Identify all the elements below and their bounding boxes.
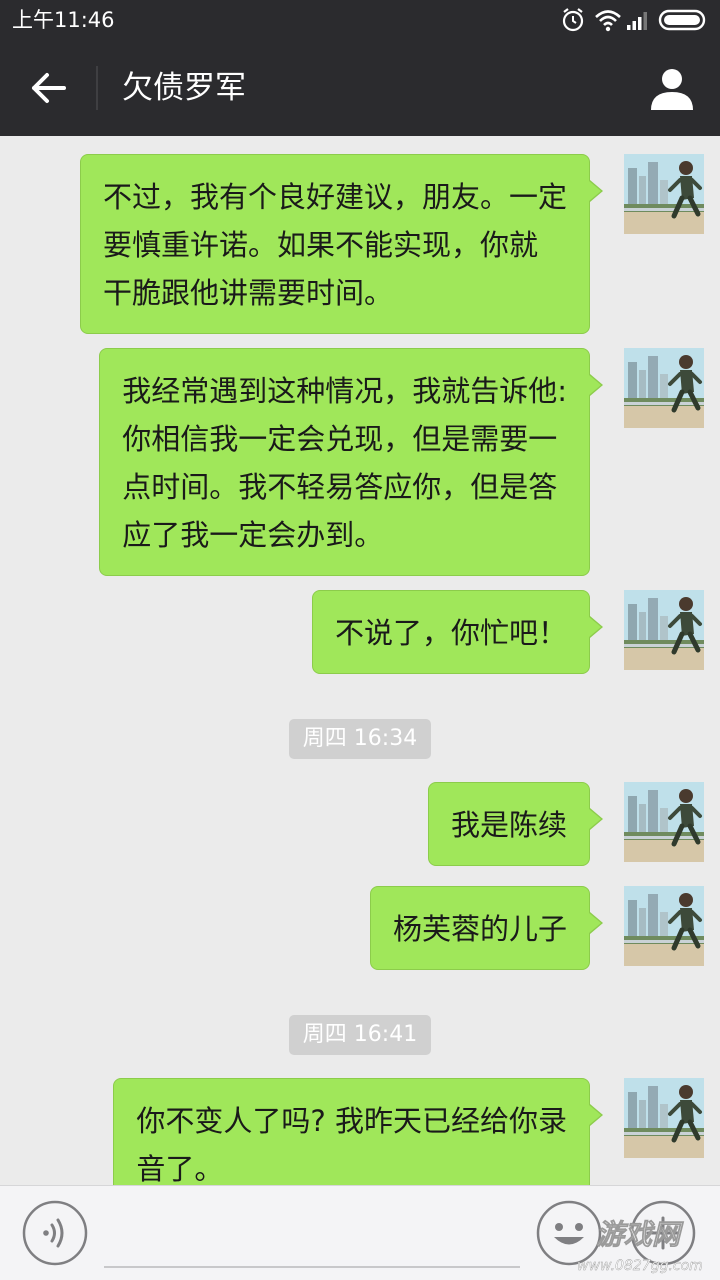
plus-icon: [630, 1200, 696, 1266]
smiley-icon: [536, 1200, 602, 1266]
message-item: 杨芙蓉的儿子: [14, 886, 704, 970]
message-line: 点时间。我不轻易答应你，但是答: [122, 470, 558, 504]
timestamp-label: 周四 16:41: [288, 1015, 432, 1055]
avatar[interactable]: [624, 154, 704, 234]
timestamp: 周四 16:41: [0, 1015, 720, 1055]
more-button[interactable]: [630, 1200, 696, 1266]
message-line: 我经常遇到这种情况，我就告诉他:: [122, 374, 567, 408]
signal-icon: [627, 12, 647, 30]
avatar-image: [624, 348, 704, 428]
message-line: 你不变人了吗? 我昨天已经给你录: [136, 1104, 567, 1138]
message-item: 不过，我有个良好建议，朋友。一定 要慎重许诺。如果不能实现，你就 干脆跟他讲需要…: [14, 154, 704, 334]
message-item: 不说了，你忙吧！: [14, 590, 704, 674]
person-icon: [651, 69, 693, 110]
title-bar: 欠债罗军: [0, 40, 720, 136]
timestamp-label: 周四 16:34: [288, 719, 432, 759]
avatar-image: [624, 154, 704, 234]
message-input[interactable]: [104, 1198, 520, 1268]
message-bubble[interactable]: 不过，我有个良好建议，朋友。一定 要慎重许诺。如果不能实现，你就 干脆跟他讲需要…: [79, 154, 604, 334]
timestamp: 周四 16:34: [0, 719, 720, 759]
emoji-button[interactable]: [536, 1200, 602, 1266]
message-line: 你相信我一定会兑现，但是需要一: [122, 422, 558, 456]
status-bar: 上午11:46: [0, 0, 720, 40]
chat-title: 欠债罗军: [122, 70, 246, 106]
wifi-icon: [595, 10, 621, 32]
message-bubble[interactable]: 杨芙蓉的儿子: [369, 886, 604, 970]
avatar-image: [624, 590, 704, 670]
message-bubble[interactable]: 我是陈续: [427, 782, 604, 866]
message-line: 杨芙蓉的儿子: [392, 912, 567, 946]
message-line: 要慎重许诺。如果不能实现，你就: [102, 228, 538, 262]
chat-info-button[interactable]: [646, 62, 698, 114]
message-bubble[interactable]: 不说了，你忙吧！: [311, 590, 604, 674]
message-line: 干脆跟他讲需要时间。: [102, 276, 393, 310]
message-line: 应了我一定会办到。: [122, 518, 384, 552]
avatar[interactable]: [624, 782, 704, 862]
status-time: 上午11:46: [12, 8, 115, 32]
message-bubble[interactable]: 我经常遇到这种情况，我就告诉他: 你相信我一定会兑现，但是需要一 点时间。我不轻…: [99, 348, 603, 576]
voice-icon: [22, 1200, 88, 1266]
title-divider: [96, 66, 98, 110]
battery-icon: [658, 9, 706, 31]
avatar-image: [624, 782, 704, 862]
message-line: 不说了，你忙吧！: [334, 616, 567, 650]
avatar[interactable]: [624, 590, 704, 670]
avatar[interactable]: [624, 348, 704, 428]
message-line: 我是陈续: [450, 808, 567, 842]
message-item: 我经常遇到这种情况，我就告诉他: 你相信我一定会兑现，但是需要一 点时间。我不轻…: [14, 348, 704, 576]
avatar[interactable]: [624, 886, 704, 966]
arrow-left-icon: [32, 73, 66, 103]
avatar-image: [624, 1078, 704, 1158]
message-line: 不过，我有个良好建议，朋友。一定: [102, 180, 567, 214]
voice-button[interactable]: [22, 1200, 88, 1266]
message-item: 我是陈续: [14, 782, 704, 866]
avatar[interactable]: [624, 1078, 704, 1158]
back-button[interactable]: [14, 58, 84, 118]
avatar-image: [624, 886, 704, 966]
alarm-icon: [562, 8, 584, 32]
input-bar: 游戏网 www.0827gg.com: [0, 1185, 720, 1280]
